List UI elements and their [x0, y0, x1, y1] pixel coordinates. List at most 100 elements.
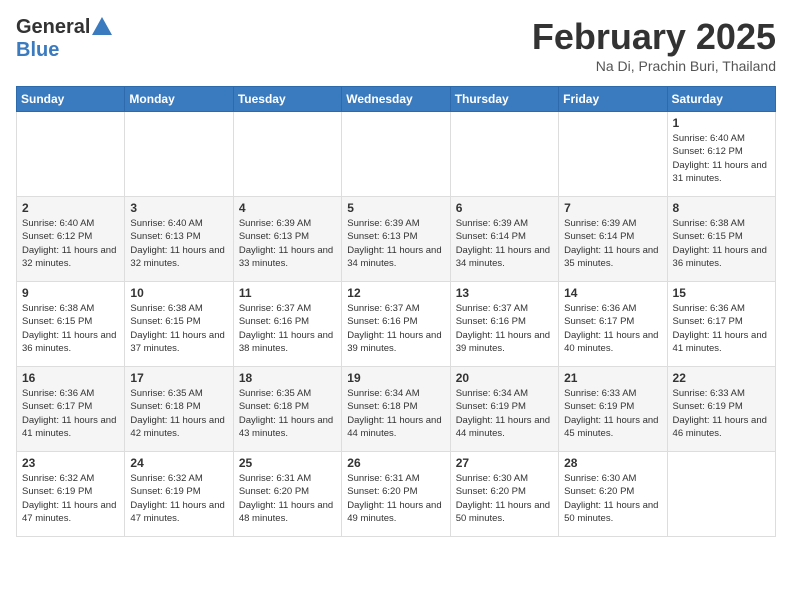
day-number: 3: [130, 201, 227, 215]
day-info: Sunrise: 6:38 AM Sunset: 6:15 PM Dayligh…: [673, 217, 770, 270]
calendar-cell: 24 Sunrise: 6:32 AM Sunset: 6:19 PM Dayli…: [125, 452, 233, 537]
calendar-week-row: 9 Sunrise: 6:38 AM Sunset: 6:15 PM Daylig…: [17, 282, 776, 367]
day-number: 26: [347, 456, 444, 470]
calendar-cell: 13Sunrise: 6:37 AM Sunset: 6:16 PM Dayli…: [450, 282, 558, 367]
day-number: 10: [130, 286, 227, 300]
day-number: 8: [673, 201, 770, 215]
header-row: SundayMondayTuesdayWednesdayThursdayFrid…: [17, 87, 776, 112]
calendar-cell: 14Sunrise: 6:36 AM Sunset: 6:17 PM Dayli…: [559, 282, 667, 367]
calendar-cell: 19 Sunrise: 6:34 AM Sunset: 6:18 PM Dayli…: [342, 367, 450, 452]
calendar-cell: 25 Sunrise: 6:31 AM Sunset: 6:20 PM Dayli…: [233, 452, 341, 537]
calendar-cell: 5 Sunrise: 6:39 AM Sunset: 6:13 PM Daylig…: [342, 197, 450, 282]
day-info: Sunrise: 6:30 AM Sunset: 6:20 PM Dayligh…: [564, 472, 661, 525]
day-info: Sunrise: 6:36 AM Sunset: 6:17 PM Dayligh…: [22, 387, 119, 440]
calendar-cell: [450, 112, 558, 197]
calendar-cell: 4Sunrise: 6:39 AM Sunset: 6:13 PM Daylig…: [233, 197, 341, 282]
calendar-cell: 7 Sunrise: 6:39 AM Sunset: 6:14 PM Daylig…: [559, 197, 667, 282]
logo-general-text: General: [16, 16, 90, 39]
calendar-cell: 20Sunrise: 6:34 AM Sunset: 6:19 PM Dayli…: [450, 367, 558, 452]
day-header-tuesday: Tuesday: [233, 87, 341, 112]
calendar-cell: [342, 112, 450, 197]
calendar-week-row: 16 Sunrise: 6:36 AM Sunset: 6:17 PM Dayli…: [17, 367, 776, 452]
day-info: Sunrise: 6:37 AM Sunset: 6:16 PM Dayligh…: [347, 302, 444, 355]
calendar-cell: [17, 112, 125, 197]
calendar-cell: 1 Sunrise: 6:40 AM Sunset: 6:12 PM Daylig…: [667, 112, 775, 197]
day-info: Sunrise: 6:32 AM Sunset: 6:19 PM Dayligh…: [22, 472, 119, 525]
day-number: 9: [22, 286, 119, 300]
calendar-cell: 21 Sunrise: 6:33 AM Sunset: 6:19 PM Dayli…: [559, 367, 667, 452]
day-info: Sunrise: 6:39 AM Sunset: 6:13 PM Dayligh…: [239, 217, 336, 270]
day-number: 21: [564, 371, 661, 385]
day-number: 12: [347, 286, 444, 300]
day-info: Sunrise: 6:35 AM Sunset: 6:18 PM Dayligh…: [239, 387, 336, 440]
calendar-cell: 11 Sunrise: 6:37 AM Sunset: 6:16 PM Dayli…: [233, 282, 341, 367]
day-info: Sunrise: 6:31 AM Sunset: 6:20 PM Dayligh…: [347, 472, 444, 525]
day-number: 22: [673, 371, 770, 385]
day-info: Sunrise: 6:39 AM Sunset: 6:13 PM Dayligh…: [347, 217, 444, 270]
day-info: Sunrise: 6:31 AM Sunset: 6:20 PM Dayligh…: [239, 472, 336, 525]
day-header-thursday: Thursday: [450, 87, 558, 112]
calendar-week-row: 23 Sunrise: 6:32 AM Sunset: 6:19 PM Dayli…: [17, 452, 776, 537]
logo-arrow-icon: [92, 17, 112, 35]
calendar-cell: 23 Sunrise: 6:32 AM Sunset: 6:19 PM Dayli…: [17, 452, 125, 537]
day-number: 7: [564, 201, 661, 215]
calendar-cell: 6 Sunrise: 6:39 AM Sunset: 6:14 PM Daylig…: [450, 197, 558, 282]
calendar-week-row: 1 Sunrise: 6:40 AM Sunset: 6:12 PM Daylig…: [17, 112, 776, 197]
day-header-friday: Friday: [559, 87, 667, 112]
day-number: 18: [239, 371, 336, 385]
day-header-monday: Monday: [125, 87, 233, 112]
day-number: 2: [22, 201, 119, 215]
calendar-cell: 12 Sunrise: 6:37 AM Sunset: 6:16 PM Dayli…: [342, 282, 450, 367]
day-number: 27: [456, 456, 553, 470]
calendar-cell: [559, 112, 667, 197]
day-info: Sunrise: 6:40 AM Sunset: 6:13 PM Dayligh…: [130, 217, 227, 270]
day-number: 6: [456, 201, 553, 215]
day-number: 1: [673, 116, 770, 130]
day-number: 14: [564, 286, 661, 300]
calendar-cell: 8 Sunrise: 6:38 AM Sunset: 6:15 PM Daylig…: [667, 197, 775, 282]
calendar-cell: 27 Sunrise: 6:30 AM Sunset: 6:20 PM Dayli…: [450, 452, 558, 537]
day-info: Sunrise: 6:39 AM Sunset: 6:14 PM Dayligh…: [456, 217, 553, 270]
day-number: 25: [239, 456, 336, 470]
day-number: 24: [130, 456, 227, 470]
day-number: 11: [239, 286, 336, 300]
day-header-sunday: Sunday: [17, 87, 125, 112]
day-info: Sunrise: 6:38 AM Sunset: 6:15 PM Dayligh…: [22, 302, 119, 355]
day-info: Sunrise: 6:33 AM Sunset: 6:19 PM Dayligh…: [564, 387, 661, 440]
day-info: Sunrise: 6:38 AM Sunset: 6:15 PM Dayligh…: [130, 302, 227, 355]
calendar-week-row: 2 Sunrise: 6:40 AM Sunset: 6:12 PM Daylig…: [17, 197, 776, 282]
calendar-cell: 22 Sunrise: 6:33 AM Sunset: 6:19 PM Dayli…: [667, 367, 775, 452]
title-block: February 2025 Na Di, Prachin Buri, Thail…: [532, 16, 776, 74]
day-info: Sunrise: 6:34 AM Sunset: 6:18 PM Dayligh…: [347, 387, 444, 440]
day-header-saturday: Saturday: [667, 87, 775, 112]
calendar-cell: 18 Sunrise: 6:35 AM Sunset: 6:18 PM Dayli…: [233, 367, 341, 452]
day-info: Sunrise: 6:40 AM Sunset: 6:12 PM Dayligh…: [673, 132, 770, 185]
calendar-cell: 10 Sunrise: 6:38 AM Sunset: 6:15 PM Dayli…: [125, 282, 233, 367]
page-header: General Blue February 2025 Na Di, Prachi…: [16, 16, 776, 74]
day-info: Sunrise: 6:32 AM Sunset: 6:19 PM Dayligh…: [130, 472, 227, 525]
day-header-wednesday: Wednesday: [342, 87, 450, 112]
day-number: 16: [22, 371, 119, 385]
day-number: 17: [130, 371, 227, 385]
day-info: Sunrise: 6:39 AM Sunset: 6:14 PM Dayligh…: [564, 217, 661, 270]
calendar-cell: [125, 112, 233, 197]
day-info: Sunrise: 6:37 AM Sunset: 6:16 PM Dayligh…: [239, 302, 336, 355]
day-info: Sunrise: 6:40 AM Sunset: 6:12 PM Dayligh…: [22, 217, 119, 270]
day-number: 13: [456, 286, 553, 300]
calendar-cell: 16 Sunrise: 6:36 AM Sunset: 6:17 PM Dayli…: [17, 367, 125, 452]
calendar-cell: [667, 452, 775, 537]
day-number: 5: [347, 201, 444, 215]
day-info: Sunrise: 6:35 AM Sunset: 6:18 PM Dayligh…: [130, 387, 227, 440]
calendar-cell: 2 Sunrise: 6:40 AM Sunset: 6:12 PM Daylig…: [17, 197, 125, 282]
calendar-cell: 26 Sunrise: 6:31 AM Sunset: 6:20 PM Dayli…: [342, 452, 450, 537]
calendar-cell: 17 Sunrise: 6:35 AM Sunset: 6:18 PM Dayli…: [125, 367, 233, 452]
day-number: 19: [347, 371, 444, 385]
day-number: 28: [564, 456, 661, 470]
day-number: 23: [22, 456, 119, 470]
day-info: Sunrise: 6:36 AM Sunset: 6:17 PM Dayligh…: [673, 302, 770, 355]
logo-blue-text: Blue: [16, 39, 59, 62]
day-info: Sunrise: 6:30 AM Sunset: 6:20 PM Dayligh…: [456, 472, 553, 525]
day-info: Sunrise: 6:33 AM Sunset: 6:19 PM Dayligh…: [673, 387, 770, 440]
calendar-cell: 3 Sunrise: 6:40 AM Sunset: 6:13 PM Daylig…: [125, 197, 233, 282]
day-number: 20: [456, 371, 553, 385]
